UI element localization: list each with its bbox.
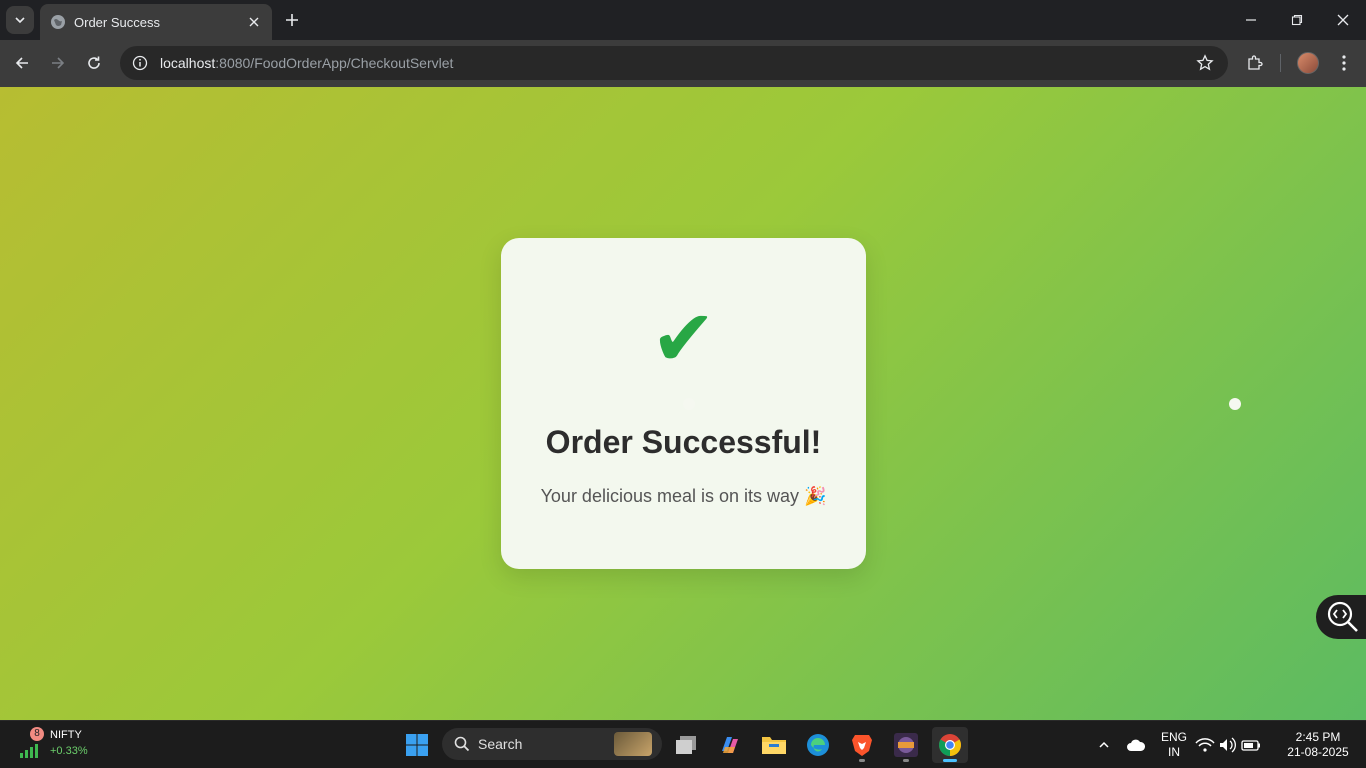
chrome-icon <box>939 734 961 756</box>
task-view-button[interactable] <box>668 727 704 763</box>
menu-button[interactable] <box>1329 48 1359 78</box>
minimize-icon <box>1246 19 1256 21</box>
folder-icon <box>762 737 786 754</box>
close-window-button[interactable] <box>1320 0 1366 40</box>
puzzle-icon <box>1248 55 1263 70</box>
forward-button[interactable] <box>43 48 73 78</box>
search-highlight-image <box>614 732 652 756</box>
site-info-icon[interactable] <box>130 53 150 73</box>
back-button[interactable] <box>7 48 37 78</box>
success-card: ✔ Order Successful! Your delicious meal … <box>501 238 866 569</box>
widget-name: NIFTY <box>50 729 82 741</box>
clock[interactable]: 2:45 PM 21-08-2025 <box>1278 730 1358 760</box>
cloud-icon <box>1127 739 1146 751</box>
reload-icon <box>88 56 100 69</box>
page-content: ✔ Order Successful! Your delicious meal … <box>0 87 1366 720</box>
url-text: localhost:8080/FoodOrderApp/CheckoutServ… <box>160 55 453 71</box>
widget-change: +0.33% <box>50 745 88 757</box>
globe-icon <box>51 15 65 29</box>
url-path: :8080/FoodOrderApp/CheckoutServlet <box>215 55 454 71</box>
running-indicator <box>903 759 909 762</box>
arrow-right-icon <box>52 57 65 69</box>
app-button[interactable] <box>888 727 924 763</box>
reload-button[interactable] <box>79 48 109 78</box>
tab-order-success[interactable]: Order Success <box>40 4 272 40</box>
active-indicator <box>943 759 957 762</box>
onedrive-button[interactable] <box>1118 727 1154 763</box>
stock-chart-icon <box>20 744 38 758</box>
page-title: Order Successful! <box>545 424 822 460</box>
arrow-left-icon <box>15 57 28 69</box>
windows-logo-icon <box>406 734 428 756</box>
browser-toolbar: localhost:8080/FoodOrderApp/CheckoutServ… <box>0 40 1366 87</box>
region-code: IN <box>1168 745 1180 759</box>
minimize-button[interactable] <box>1228 0 1274 40</box>
restore-icon <box>1291 14 1303 26</box>
tab-search-button[interactable] <box>6 6 34 34</box>
bookmark-star-icon[interactable] <box>1196 54 1214 72</box>
chevron-down-icon <box>15 17 25 24</box>
success-message: Your delicious meal is on its way 🎉 <box>540 486 827 506</box>
taskbar-search[interactable]: Search <box>442 728 662 760</box>
lens-search-button[interactable] <box>1316 595 1366 639</box>
running-indicator <box>859 759 865 762</box>
plus-icon <box>286 14 298 26</box>
extensions-button[interactable] <box>1240 48 1270 78</box>
file-explorer-button[interactable] <box>756 727 792 763</box>
language-indicator[interactable]: ENG IN <box>1156 730 1192 760</box>
edge-button[interactable] <box>800 727 836 763</box>
new-tab-button[interactable] <box>280 8 304 32</box>
toolbar-divider <box>1280 54 1281 72</box>
chevron-up-icon <box>1099 741 1109 748</box>
profile-avatar[interactable] <box>1297 52 1319 74</box>
tab-title: Order Success <box>74 14 160 30</box>
start-button[interactable] <box>399 727 435 763</box>
task-view-icon <box>676 736 696 754</box>
more-vertical-icon <box>1342 55 1346 71</box>
chrome-button[interactable] <box>932 727 968 763</box>
decorative-dot <box>683 398 695 410</box>
edge-icon <box>807 734 829 756</box>
address-bar[interactable]: localhost:8080/FoodOrderApp/CheckoutServ… <box>120 46 1228 80</box>
show-hidden-icons-button[interactable] <box>1086 727 1122 763</box>
browser-tabstrip: Order Success <box>0 0 1366 40</box>
notification-badge: 8 <box>30 727 44 741</box>
windows-taskbar: 8 NIFTY +0.33% Search ENG IN 2:45 PM 21-… <box>0 720 1366 768</box>
brave-button[interactable] <box>844 727 880 763</box>
quick-settings-button[interactable] <box>1194 727 1264 763</box>
clock-time: 2:45 PM <box>1295 730 1341 744</box>
tab-close-icon[interactable] <box>246 14 262 30</box>
app-icon <box>894 733 918 757</box>
stock-widget[interactable]: 8 NIFTY +0.33% <box>18 727 128 763</box>
search-label: Search <box>478 736 523 752</box>
network-volume-battery-icons <box>1195 737 1260 753</box>
clock-date: 21-08-2025 <box>1287 745 1349 759</box>
language-code: ENG <box>1160 730 1187 744</box>
code-search-icon <box>1327 601 1358 632</box>
decorative-dot <box>1229 398 1241 410</box>
close-icon <box>1337 14 1349 26</box>
copilot-button[interactable] <box>712 727 748 763</box>
url-host: localhost <box>160 55 216 71</box>
restore-button[interactable] <box>1274 0 1320 40</box>
brave-lion-icon <box>852 735 872 756</box>
search-icon <box>454 736 470 752</box>
checkmark-icon: ✔ <box>650 294 717 384</box>
copilot-icon <box>722 737 738 753</box>
